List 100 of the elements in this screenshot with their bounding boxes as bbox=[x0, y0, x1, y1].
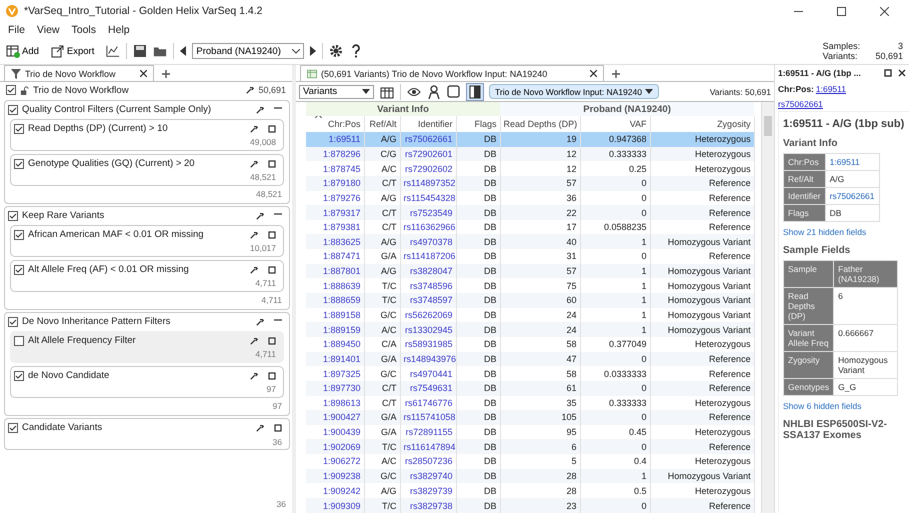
workflow-tab[interactable]: Trio de Novo Workflow bbox=[4, 65, 154, 81]
checkbox[interactable] bbox=[14, 230, 24, 240]
square-icon[interactable] bbox=[268, 372, 276, 380]
square-icon[interactable] bbox=[268, 336, 276, 344]
table-cell: rs3829740 bbox=[400, 468, 456, 484]
table-row[interactable]: 1:900427 G/A rs115741058 DB 105 0 Reference bbox=[296, 410, 762, 425]
checkbox[interactable] bbox=[8, 316, 18, 326]
checkbox[interactable] bbox=[8, 422, 18, 432]
caret-icon bbox=[644, 89, 653, 94]
table-cell: 61 bbox=[500, 380, 580, 396]
panel-icon[interactable] bbox=[467, 84, 483, 100]
previous-icon[interactable] bbox=[180, 46, 186, 56]
group-title: Keep Rare Variants bbox=[22, 210, 106, 221]
add-tab-icon[interactable] bbox=[162, 70, 170, 78]
table-cell: rs4970378 bbox=[400, 234, 456, 250]
table-row[interactable]: 1:879180 C/T rs114897352 DB 57 0 Reference bbox=[296, 176, 762, 191]
add-button[interactable]: Add bbox=[6, 44, 45, 58]
close-icon[interactable] bbox=[880, 6, 889, 16]
table-cell: 1:909309 bbox=[306, 498, 364, 513]
table-cell: 105 bbox=[500, 410, 580, 425]
checkbox[interactable] bbox=[14, 124, 24, 134]
detail-title: 1:69511 - A/G (1bp ... bbox=[778, 68, 862, 78]
maximize-icon[interactable] bbox=[884, 69, 892, 77]
filter-count: 36 bbox=[272, 437, 282, 447]
close-icon[interactable] bbox=[140, 70, 147, 77]
chrpos-link[interactable]: 1:69511 bbox=[816, 84, 846, 94]
checkbox[interactable] bbox=[14, 336, 24, 346]
table-row[interactable]: 1:887801 A/G rs3828047 DB 57 1 Homozygous Variant bbox=[296, 264, 762, 278]
table-cell: 12 bbox=[500, 146, 580, 162]
square-icon[interactable] bbox=[268, 124, 276, 132]
sample-dropdown[interactable]: Proband (NA19240) bbox=[192, 43, 304, 59]
scrollbar-thumb[interactable] bbox=[764, 116, 772, 136]
table-cell: C/T bbox=[364, 205, 400, 220]
filter-label: Read Depths (DP) (Current) > 10 bbox=[28, 123, 169, 134]
identifier-link[interactable]: rs75062661 bbox=[778, 98, 823, 108]
table-row[interactable]: 1:897730 C/T rs7549631 DB 61 0 Reference bbox=[296, 380, 762, 396]
table-cell: DB bbox=[456, 146, 500, 162]
close-icon[interactable] bbox=[590, 70, 597, 77]
settings-icon[interactable] bbox=[329, 44, 344, 58]
table-cell: 1:878296 bbox=[306, 146, 364, 162]
table-row[interactable]: 1:889159 A/C rs13302945 DB 24 1 Homozygous Variant bbox=[296, 322, 762, 337]
table-cell: 57 bbox=[500, 264, 580, 278]
table-tab[interactable]: (50,691 Variants) Trio de Novo Workflow Input: NA19240 bbox=[300, 65, 604, 81]
close-icon[interactable] bbox=[898, 69, 906, 77]
table-cell: 22 bbox=[500, 205, 580, 220]
square-icon[interactable] bbox=[268, 266, 276, 274]
caret-icon bbox=[362, 89, 370, 94]
hidden-fields-link[interactable]: Show 21 hidden fields bbox=[783, 227, 905, 237]
checkbox[interactable] bbox=[14, 370, 24, 380]
table-row[interactable]: 1:879317 C/T rs7523549 DB 22 0 Reference bbox=[296, 205, 762, 220]
table-cell: 1 bbox=[580, 264, 650, 278]
table-cell: Reference bbox=[650, 410, 754, 425]
table-row[interactable]: 1:69511 A/G rs75062661 DB 19 0.947368 Heterozygous bbox=[296, 132, 762, 147]
filter-label: Alt Allele Frequency Filter bbox=[28, 335, 137, 346]
input-chip[interactable]: Trio de Novo Workflow Input: NA19240 bbox=[489, 84, 659, 99]
export-button[interactable]: Export bbox=[50, 44, 100, 58]
square-icon[interactable] bbox=[274, 424, 282, 432]
chart-icon[interactable] bbox=[106, 44, 120, 58]
table-cell: G/A bbox=[364, 352, 400, 366]
table-row[interactable]: 1:888659 T/C rs3748597 DB 60 1 Homozygous Variant bbox=[296, 293, 762, 308]
menu-item[interactable]: File bbox=[8, 24, 25, 36]
variant-heading: 1:69511 - A/G (1bp sub) bbox=[783, 118, 905, 130]
save-icon[interactable] bbox=[133, 44, 148, 58]
next-icon[interactable] bbox=[310, 46, 316, 56]
table-add-icon bbox=[6, 44, 20, 58]
square-icon[interactable] bbox=[268, 230, 276, 238]
checkbox[interactable] bbox=[8, 104, 18, 114]
checkbox[interactable] bbox=[8, 210, 18, 220]
table-cell: 1 bbox=[580, 234, 650, 250]
columns-icon[interactable] bbox=[380, 84, 394, 98]
table-cell: 0 bbox=[580, 352, 650, 366]
table-cell: G/A bbox=[364, 410, 400, 425]
source-dropdown[interactable]: Variants bbox=[299, 84, 374, 98]
menu-item[interactable]: View bbox=[36, 24, 60, 36]
square-icon[interactable] bbox=[268, 160, 276, 168]
table-cell: DB bbox=[456, 410, 500, 425]
field-label: Ref/Alt bbox=[784, 170, 826, 188]
field-value: 6 bbox=[834, 288, 898, 324]
table-cell: Homozygous Variant bbox=[650, 468, 754, 484]
table-row[interactable]: 1:909238 G/C rs3829740 DB 28 1 Homozygous Variant bbox=[296, 468, 762, 484]
menu-item[interactable]: Help bbox=[108, 24, 130, 36]
table-row[interactable]: 1:909309 T/C rs3829738 DB 23 0 Reference bbox=[296, 498, 762, 513]
table-row[interactable]: 1:878296 C/G rs72902601 DB 12 0.333333 Heterozygous bbox=[296, 146, 762, 162]
table-row[interactable]: 1:902069 T/C rs116147894 DB 6 0 Reference bbox=[296, 439, 762, 454]
table-row[interactable]: 1:883625 A/G rs4970378 DB 40 1 Homozygous Variant bbox=[296, 234, 762, 250]
checkbox[interactable] bbox=[14, 158, 24, 168]
table-cell: DB bbox=[456, 498, 500, 513]
checkbox[interactable] bbox=[6, 85, 16, 95]
table-cell: 23 bbox=[500, 498, 580, 513]
lock-icon[interactable] bbox=[20, 86, 29, 94]
table-cell: A/G bbox=[364, 234, 400, 250]
maximize-icon[interactable] bbox=[837, 6, 846, 16]
square-icon[interactable] bbox=[447, 84, 461, 98]
table-cell: C/T bbox=[364, 380, 400, 396]
person-icon[interactable] bbox=[427, 84, 441, 98]
hidden-fields-link[interactable]: Show 6 hidden fields bbox=[783, 401, 905, 411]
scrollbar[interactable] bbox=[761, 102, 774, 513]
add-tab-icon[interactable] bbox=[612, 70, 620, 78]
menu-item[interactable]: Tools bbox=[72, 24, 96, 36]
checkbox[interactable] bbox=[14, 264, 24, 274]
